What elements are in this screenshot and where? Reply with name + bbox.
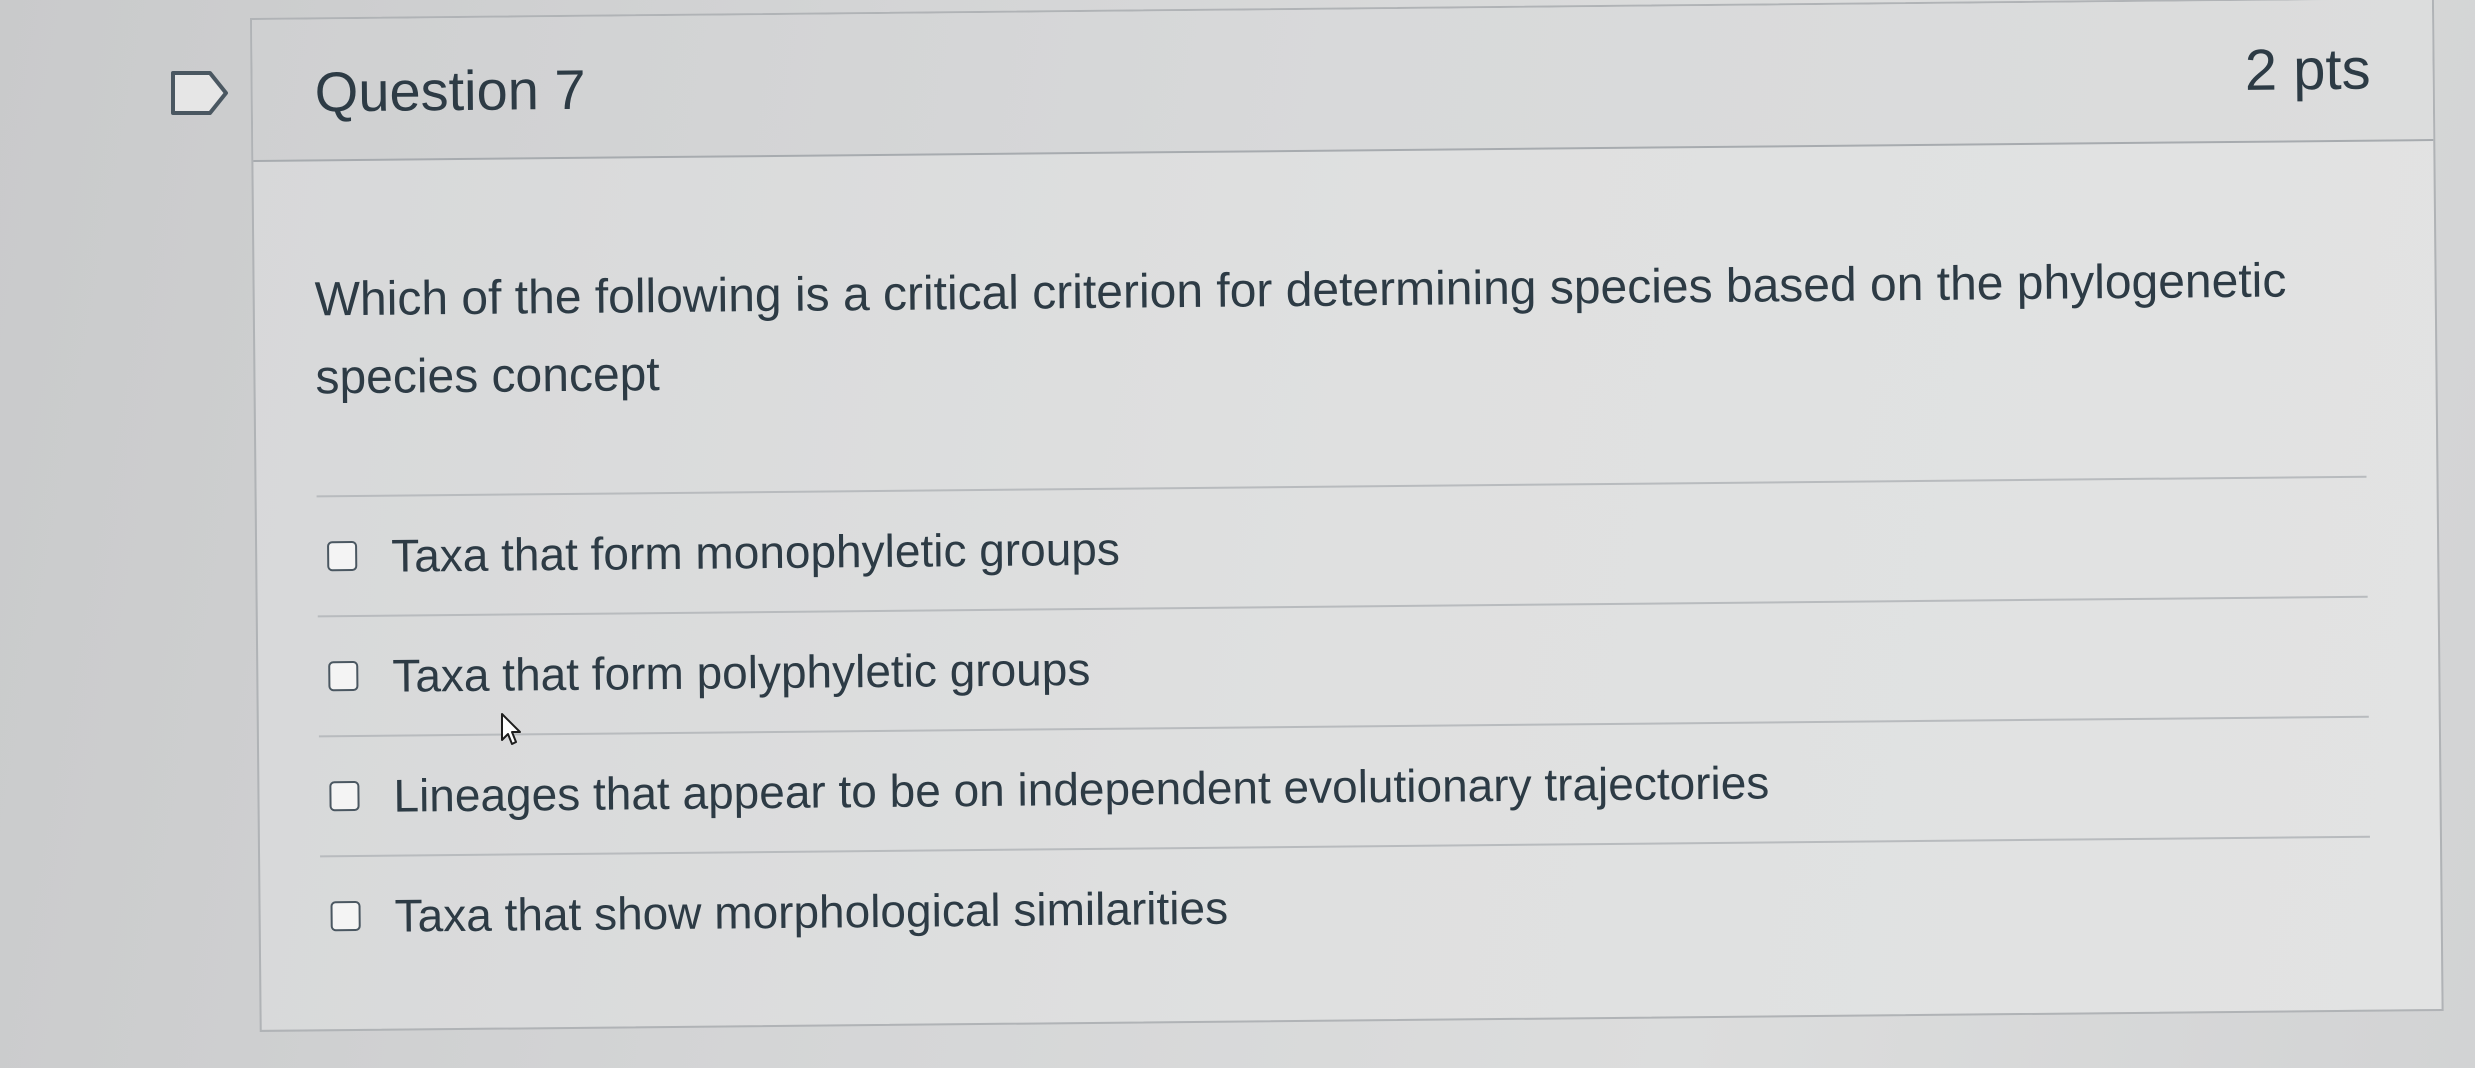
answer-label[interactable]: Taxa that show morphological similaritie… bbox=[394, 881, 1228, 943]
answer-checkbox[interactable] bbox=[328, 660, 359, 692]
answer-list: Taxa that form monophyletic groups Taxa … bbox=[316, 475, 2372, 976]
answer-checkbox[interactable] bbox=[330, 900, 361, 932]
answer-checkbox[interactable] bbox=[327, 540, 358, 572]
answer-checkbox[interactable] bbox=[329, 780, 360, 812]
question-title: Question 7 bbox=[314, 57, 586, 124]
answer-label[interactable]: Lineages that appear to be on independen… bbox=[393, 755, 1769, 822]
question-header: Question 7 2 pts bbox=[252, 0, 2434, 162]
answer-option[interactable]: Taxa that show morphological similaritie… bbox=[320, 835, 2372, 976]
question-card: Question 7 2 pts Which of the following … bbox=[250, 0, 2444, 1032]
answer-label[interactable]: Taxa that form polyphyletic groups bbox=[392, 642, 1091, 703]
question-text: Which of the following is a critical cri… bbox=[314, 254, 2287, 405]
answer-label[interactable]: Taxa that form monophyletic groups bbox=[391, 522, 1120, 583]
answer-option[interactable]: Taxa that form polyphyletic groups bbox=[317, 595, 2369, 736]
answer-option[interactable]: Taxa that form monophyletic groups bbox=[316, 475, 2368, 616]
question-body: Which of the following is a critical cri… bbox=[253, 141, 2441, 976]
answer-option[interactable]: Lineages that appear to be on independen… bbox=[318, 715, 2370, 856]
flag-question-icon[interactable] bbox=[170, 70, 230, 116]
mouse-pointer-icon bbox=[501, 713, 521, 745]
question-points: 2 pts bbox=[2244, 36, 2371, 103]
